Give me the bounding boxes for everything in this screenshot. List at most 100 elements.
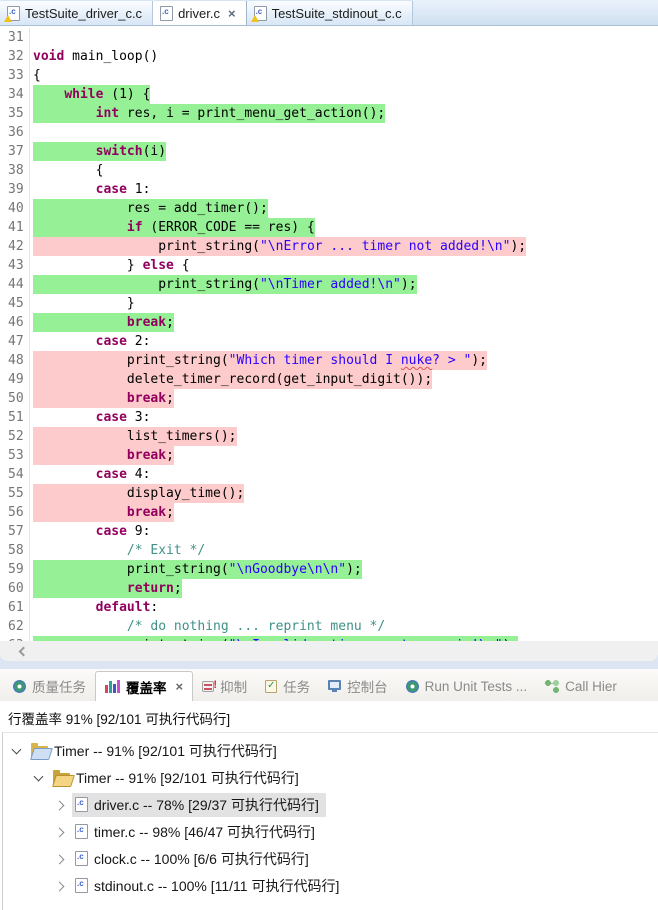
uncovered-line-text: break; xyxy=(33,503,174,522)
code-token: 2: xyxy=(127,334,150,349)
gear-icon xyxy=(406,680,419,693)
code-line: 62 /* do nothing ... reprint menu */ xyxy=(0,617,658,636)
code-line: 34 while (1) { xyxy=(0,85,658,104)
code-token: "\nInvalid option ... try again!\n" xyxy=(229,638,503,641)
chevron-right-icon[interactable] xyxy=(55,799,67,811)
code-token: break xyxy=(127,505,166,520)
view-tab[interactable]: 覆盖率× xyxy=(95,671,193,701)
line-text: case 1: xyxy=(33,180,150,199)
code-token xyxy=(33,106,96,121)
view-tab-label: Call Hier xyxy=(565,679,617,694)
tree-row[interactable]: clock.c -- 100% [6/6 可执行代码行] xyxy=(3,845,658,872)
tree-row-label: stdinout.c -- 100% [11/11 可执行代码行] xyxy=(94,876,339,896)
scroll-left-icon[interactable] xyxy=(19,646,29,656)
code-token: "Which timer should I xyxy=(229,353,401,368)
code-line: 59 print_string("\nGoodbye\n\n"); xyxy=(0,560,658,579)
code-line: 40 res = add_timer(); xyxy=(0,199,658,218)
line-number: 45 xyxy=(0,294,30,313)
code-token: case xyxy=(96,334,127,349)
view-tab[interactable]: 任务 xyxy=(256,671,319,701)
view-tab[interactable]: 控制台 xyxy=(319,671,397,701)
code-line: 57 case 9: xyxy=(0,522,658,541)
code-token: list_timers(); xyxy=(33,429,237,444)
code-line: 56 break; xyxy=(0,503,658,522)
tree-row-body[interactable]: Timer -- 91% [92/101 可执行代码行] xyxy=(50,766,306,790)
covered-line-text: switch(i) xyxy=(33,142,166,161)
close-icon[interactable]: × xyxy=(176,680,184,693)
code-token: main_loop() xyxy=(64,49,158,64)
tree-row-body[interactable]: Timer -- 91% [92/101 可执行代码行] xyxy=(28,739,284,763)
code-token: switch xyxy=(96,144,143,159)
line-number: 63 xyxy=(0,636,30,641)
chevron-right-icon[interactable] xyxy=(55,880,67,892)
code-line: 52 list_timers(); xyxy=(0,427,658,446)
close-icon[interactable]: × xyxy=(228,7,236,20)
chevron-down-icon[interactable] xyxy=(11,745,23,757)
code-token: while xyxy=(64,87,103,102)
code-token: print_string( xyxy=(33,638,229,641)
view-tab[interactable]: Call Hier xyxy=(536,671,626,701)
line-text: case 3: xyxy=(33,408,150,427)
uncovered-line-text: print_string("\nError ... timer not adde… xyxy=(33,237,526,256)
line-text: { xyxy=(33,66,41,85)
view-tab[interactable]: 质量任务 xyxy=(4,671,95,701)
line-number: 32 xyxy=(0,47,30,66)
code-token: ? > " xyxy=(432,353,471,368)
covered-line-text: while (1) { xyxy=(33,85,150,104)
code-editor[interactable]: 3132void main_loop()33{34 while (1) {35 … xyxy=(0,26,658,641)
code-token: /* do nothing ... reprint menu */ xyxy=(127,619,385,634)
editor-tab[interactable]: driver.c× xyxy=(153,0,247,25)
uncovered-line-text: break; xyxy=(33,389,174,408)
tree-row[interactable]: stdinout.c -- 100% [11/11 可执行代码行] xyxy=(3,872,658,899)
editor-tab-label: TestSuite_driver_c.c xyxy=(25,6,142,21)
code-token xyxy=(33,619,127,634)
tree-row[interactable]: driver.c -- 78% [29/37 可执行代码行] xyxy=(3,791,658,818)
line-number: 50 xyxy=(0,389,30,408)
code-line: 58 /* Exit */ xyxy=(0,541,658,560)
tree-row-body[interactable]: driver.c -- 78% [29/37 可执行代码行] xyxy=(72,793,326,817)
editor-tab-bar: TestSuite_driver_c.c driver.c×TestSuite_s… xyxy=(0,0,658,26)
code-line: 42 print_string("\nError ... timer not a… xyxy=(0,237,658,256)
tree-row-body[interactable]: clock.c -- 100% [6/6 可执行代码行] xyxy=(72,847,316,871)
code-line: 53 break; xyxy=(0,446,658,465)
view-tab-label: 质量任务 xyxy=(32,676,86,696)
code-line: 43 } else { xyxy=(0,256,658,275)
code-token: res = add_timer(); xyxy=(33,201,268,216)
code-token: print_string( xyxy=(33,562,229,577)
horizontal-scrollbar[interactable] xyxy=(0,641,658,661)
tree-row-body[interactable]: stdinout.c -- 100% [11/11 可执行代码行] xyxy=(72,874,346,898)
editor-tab[interactable]: TestSuite_stdinout_c.c xyxy=(247,0,413,25)
tree-row[interactable]: Timer -- 91% [92/101 可执行代码行] xyxy=(3,737,658,764)
line-text: case 9: xyxy=(33,522,150,541)
code-token: (1) { xyxy=(103,87,150,102)
call-hierarchy-icon xyxy=(545,680,559,693)
chevron-right-icon[interactable] xyxy=(55,853,67,865)
code-line: 38 { xyxy=(0,161,658,180)
code-token: break xyxy=(127,391,166,406)
chevron-down-icon[interactable] xyxy=(33,772,45,784)
line-number: 40 xyxy=(0,199,30,218)
code-line: 60 return; xyxy=(0,579,658,598)
tree-row-label: timer.c -- 98% [46/47 可执行代码行] xyxy=(94,822,315,842)
code-token: { xyxy=(33,68,41,83)
code-token: else xyxy=(143,258,174,273)
view-tab[interactable]: Run Unit Tests ... xyxy=(397,671,537,701)
editor-tab[interactable]: TestSuite_driver_c.c xyxy=(0,0,153,25)
c-file-warning-icon xyxy=(254,6,267,21)
window-sash[interactable] xyxy=(0,661,658,669)
line-text: } else { xyxy=(33,256,190,275)
code-line: 55 display_time(); xyxy=(0,484,658,503)
chevron-right-icon[interactable] xyxy=(55,826,67,838)
code-token xyxy=(33,600,96,615)
view-tab[interactable]: 抑制 xyxy=(193,671,256,701)
covered-line-text: break; xyxy=(33,313,174,332)
code-token: break xyxy=(127,315,166,330)
code-token: print_string( xyxy=(33,353,229,368)
tree-row-body[interactable]: timer.c -- 98% [46/47 可执行代码行] xyxy=(72,820,322,844)
code-token: default xyxy=(96,600,151,615)
code-token: case xyxy=(96,467,127,482)
code-token: } xyxy=(33,258,143,273)
tree-row[interactable]: timer.c -- 98% [46/47 可执行代码行] xyxy=(3,818,658,845)
tree-row[interactable]: Timer -- 91% [92/101 可执行代码行] xyxy=(3,764,658,791)
code-token: 9: xyxy=(127,524,150,539)
